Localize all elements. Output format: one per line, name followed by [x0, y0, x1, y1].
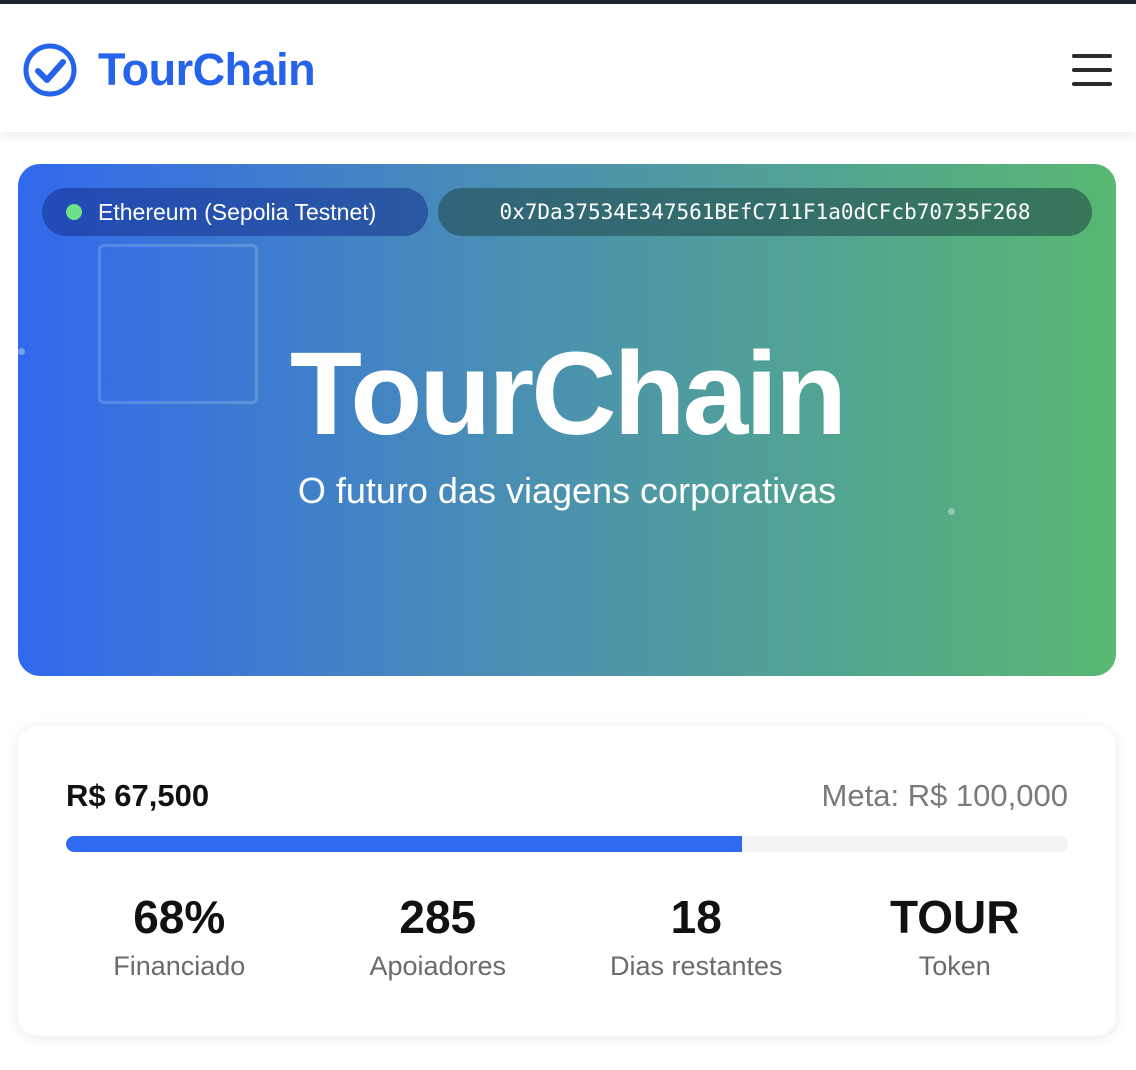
amount-raised: R$ 67,500 [66, 778, 210, 813]
stat-value: 285 [399, 891, 477, 943]
contract-address: 0x7Da37534E347561BEfC711F1a0dCFcb70735F2… [499, 200, 1031, 224]
hamburger-menu-icon[interactable] [1070, 50, 1114, 90]
funding-progress-fill [66, 836, 743, 852]
stat-value: 18 [670, 891, 722, 943]
check-circle-icon [23, 43, 77, 97]
brand-logo[interactable]: TourChain [22, 42, 316, 98]
stat-value: 68% [133, 891, 226, 943]
funding-goal: Meta: R$ 100,000 [821, 778, 1068, 813]
app-header: TourChain [0, 4, 1136, 132]
stat-label: Token [918, 951, 991, 981]
menu-line [1072, 82, 1112, 86]
funding-progress-bar [66, 836, 1068, 852]
hero-banner: Ethereum (Sepolia Testnet) 0x7Da37534E34… [18, 164, 1116, 676]
stat-label: Financiado [113, 951, 246, 981]
stat-value: TOUR [890, 891, 1020, 943]
stat-backers: 285 Apoiadores [309, 888, 568, 998]
stat-label: Dias restantes [609, 951, 783, 981]
network-status-dot [66, 204, 82, 220]
menu-line [1072, 68, 1112, 72]
stat-token: TOUR Token [826, 888, 1085, 998]
stats-row: 68% Financiado 285 Apoiadores 18 Dias re… [50, 888, 1084, 998]
network-badge: Ethereum (Sepolia Testnet) [42, 188, 428, 236]
network-label: Ethereum (Sepolia Testnet) [98, 198, 377, 225]
funding-card: R$ 67,500 Meta: R$ 100,000 68% Financiad… [18, 726, 1116, 1036]
stat-label: Apoiadores [369, 951, 507, 981]
hero-subtitle: O futuro das viagens corporativas [297, 470, 837, 511]
stat-days-left: 18 Dias restantes [567, 888, 826, 998]
stat-funded: 68% Financiado [50, 888, 309, 998]
contract-address-badge[interactable]: 0x7Da37534E347561BEfC711F1a0dCFcb70735F2… [438, 188, 1092, 236]
menu-line [1072, 54, 1112, 58]
hero-title: TourChain [289, 328, 847, 460]
brand-name: TourChain [98, 44, 316, 95]
